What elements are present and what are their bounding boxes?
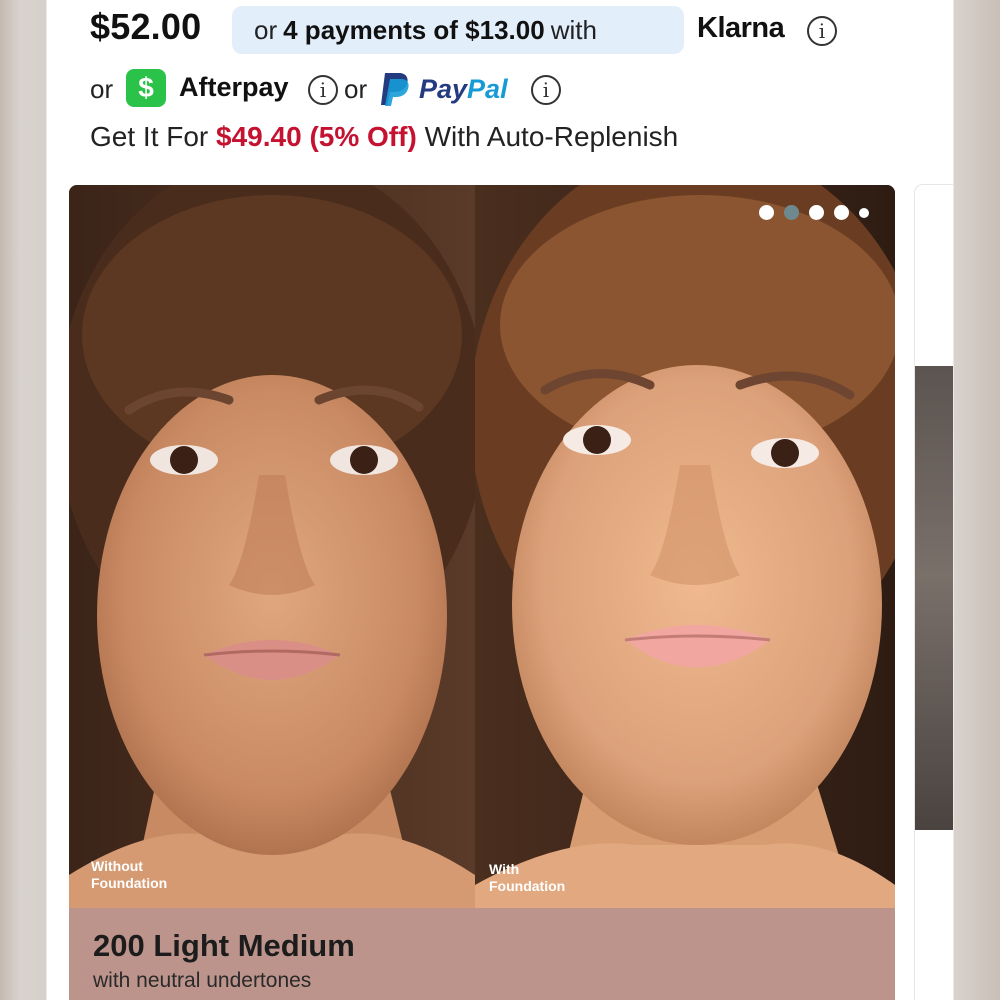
caption-without-foundation: Without Foundation	[91, 858, 167, 892]
replenish-suffix: With Auto-Replenish	[424, 121, 679, 152]
product-price: $52.00	[90, 6, 202, 47]
product-page: $52.00 or 4 payments of $13.00 with Klar…	[47, 0, 953, 1000]
shade-name: 200 Light Medium	[93, 928, 355, 963]
caption-right-line2: Foundation	[489, 878, 566, 894]
klarna-info-icon[interactable]: i	[807, 16, 837, 46]
or-label: or	[90, 74, 114, 104]
paypal-label-pal: Pal	[467, 74, 508, 104]
caption-with-foundation: With Foundation	[489, 861, 565, 895]
shade-info-panel: 200 Light Medium with neutral undertones	[69, 908, 895, 1000]
photo-without-foundation: Without Foundation	[69, 185, 475, 908]
face-illustration-right	[475, 185, 895, 908]
klarna-logo: Klarna	[697, 12, 785, 44]
photo-with-foundation: With Foundation	[475, 185, 895, 908]
carousel-dot-2[interactable]	[784, 205, 799, 220]
or-label-2: or	[344, 74, 368, 104]
afterpay-label: Afterpay	[179, 72, 289, 102]
installment-suffix: with	[550, 14, 597, 45]
carousel-dot-3[interactable]	[809, 205, 824, 220]
carousel-pagination[interactable]	[759, 205, 869, 220]
replenish-sale-price: $49.40 (5% Off)	[216, 121, 417, 152]
caption-right-line1: With	[489, 861, 520, 877]
product-image-carousel[interactable]: Without Foundation With Foundation 200 L…	[69, 185, 895, 1000]
paypal-icon	[381, 73, 409, 106]
shade-description: with neutral undertones	[93, 969, 312, 992]
paypal-label-pay: Pay	[419, 74, 468, 104]
face-illustration-left	[69, 185, 475, 908]
paypal-info-icon[interactable]: i	[531, 75, 561, 105]
carousel-dot-5[interactable]	[859, 207, 869, 218]
afterpay-info-icon[interactable]: i	[308, 75, 338, 105]
carousel-dot-1[interactable]	[759, 205, 774, 220]
caption-left-line1: Without	[91, 858, 143, 874]
klarna-installment-pill[interactable]: or 4 payments of $13.00 with	[232, 6, 684, 54]
replenish-prefix: Get It For	[90, 121, 209, 152]
installment-prefix: or	[254, 14, 278, 45]
next-card-image	[915, 366, 953, 830]
auto-replenish-offer: Get It For $49.40 (5% Off) With Auto-Rep…	[90, 121, 678, 153]
caption-left-line2: Foundation	[91, 875, 168, 891]
cash-app-icon: $	[126, 69, 166, 107]
paypal-label: PayPal	[419, 74, 508, 105]
carousel-dot-4[interactable]	[834, 205, 849, 220]
installment-amount: 4 payments of $13.00	[283, 14, 545, 45]
